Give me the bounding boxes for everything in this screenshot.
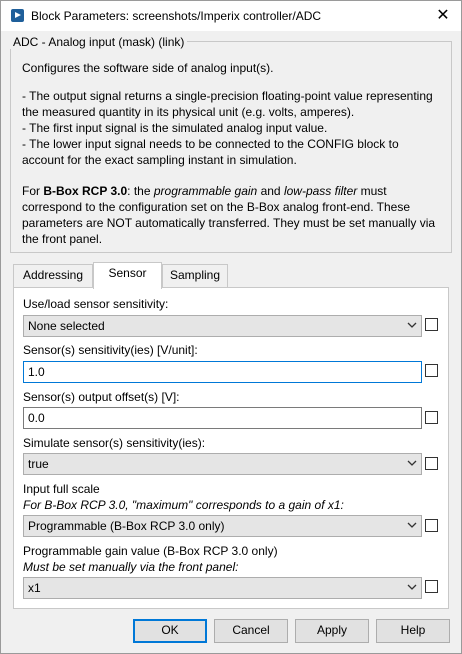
sensitivity-value: 1.0 (28, 365, 45, 379)
offset-checkbox[interactable] (425, 411, 438, 424)
mask-note-line: For B-Box RCP 3.0: the programmable gain… (22, 184, 387, 198)
full-scale-select[interactable]: Programmable (B-Box RCP 3.0 only) (23, 515, 422, 537)
gain-hint: Must be set manually via the front panel… (23, 560, 239, 574)
full-scale-checkbox[interactable] (425, 519, 438, 532)
mask-group-title: ADC - Analog input (mask) (link) (10, 35, 188, 49)
gain-select[interactable]: x1 (23, 577, 422, 599)
tab-sensor[interactable]: Sensor (93, 262, 162, 289)
tab-addressing[interactable]: Addressing (13, 264, 93, 287)
simulate-value: true (28, 457, 49, 471)
full-scale-label: Input full scale (23, 482, 100, 496)
close-icon[interactable]: ✕ (425, 1, 461, 31)
title-bar: Block Parameters: screenshots/Imperix co… (1, 1, 461, 31)
sensitivity-mode-value: None selected (28, 319, 105, 333)
mask-note-line: the front panel. (22, 232, 103, 246)
chevron-down-icon (407, 522, 417, 528)
sensitivity-mode-label: Use/load sensor sensitivity: (23, 297, 169, 311)
gain-label: Programmable gain value (B-Box RCP 3.0 o… (23, 544, 278, 558)
sensitivity-mode-select[interactable]: None selected (23, 315, 422, 337)
sensitivity-mode-checkbox[interactable] (425, 318, 438, 331)
window-title: Block Parameters: screenshots/Imperix co… (31, 9, 322, 23)
mask-bullet-line: - The output signal returns a single-pre… (22, 89, 433, 103)
cancel-button[interactable]: Cancel (214, 619, 288, 643)
simulate-checkbox[interactable] (425, 457, 438, 470)
tab-sampling[interactable]: Sampling (162, 264, 228, 287)
note-device-name: B-Box RCP 3.0 (43, 184, 128, 198)
sensitivity-input[interactable]: 1.0 (23, 361, 422, 383)
ok-button[interactable]: OK (133, 619, 207, 643)
mask-bullet-line: - The lower input signal needs to be con… (22, 137, 399, 151)
app-icon (11, 9, 24, 22)
gain-checkbox[interactable] (425, 580, 438, 593)
mask-summary: Configures the software side of analog i… (22, 61, 274, 75)
simulate-select[interactable]: true (23, 453, 422, 475)
offset-input[interactable]: 0.0 (23, 407, 422, 429)
apply-button[interactable]: Apply (295, 619, 369, 643)
mask-bullet-line: - The first input signal is the simulate… (22, 121, 328, 135)
chevron-down-icon (407, 460, 417, 466)
gain-value: x1 (28, 581, 41, 595)
full-scale-value: Programmable (B-Box RCP 3.0 only) (28, 519, 225, 533)
offset-label: Sensor(s) output offset(s) [V]: (23, 390, 180, 404)
sensitivity-label: Sensor(s) sensitivity(ies) [V/unit]: (23, 343, 198, 357)
mask-note-line: parameters are NOT automatically transfe… (22, 216, 436, 230)
offset-value: 0.0 (28, 411, 45, 425)
full-scale-hint: For B-Box RCP 3.0, "maximum" corresponds… (23, 498, 344, 512)
simulate-label: Simulate sensor(s) sensitivity(ies): (23, 436, 206, 450)
mask-bullet-line: account for the exact sampling instant i… (22, 153, 297, 167)
help-button[interactable]: Help (376, 619, 450, 643)
chevron-down-icon (407, 584, 417, 590)
mask-note-line: correspond to the configuration set on t… (22, 200, 411, 214)
sensitivity-checkbox[interactable] (425, 364, 438, 377)
chevron-down-icon (407, 322, 417, 328)
mask-bullet-line: the measured quantity in its physical un… (22, 105, 355, 119)
